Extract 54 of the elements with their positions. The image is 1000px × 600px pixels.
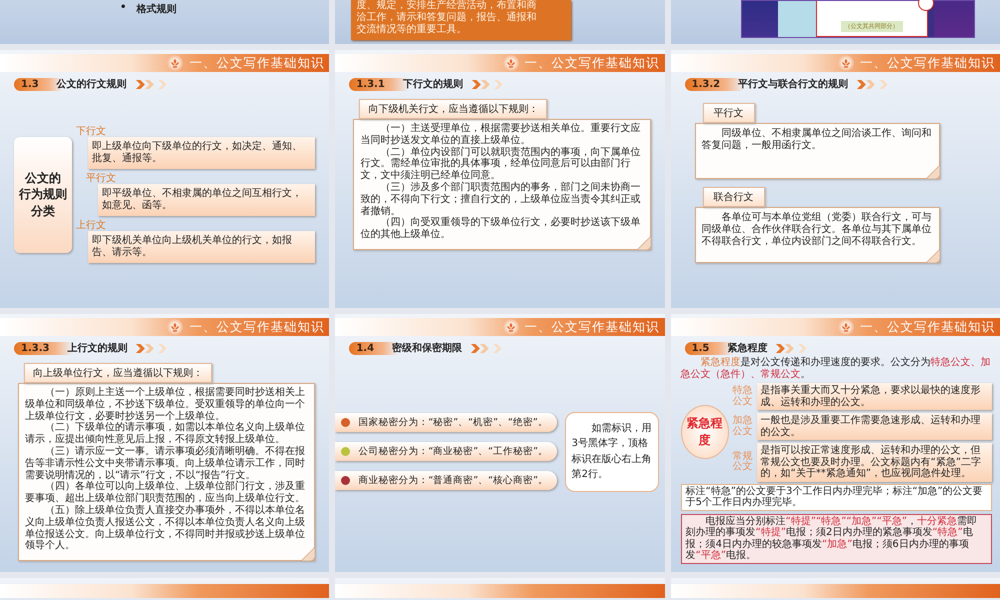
- marking-note: 如需标识，用3号黑体字，顶格标识在版心右上角第2行。: [564, 412, 659, 492]
- slide-title: 平行文与联合行文的规则: [738, 78, 848, 91]
- category-description: 即平级单位、不相隶属的单位之间互相行文，如意见、函等。: [98, 184, 316, 216]
- rule-paragraph: （二）单位内设部门可以就职责范围内的事项，向下属单位行文。需经单位审批的具体事项，经单位同意后可以由部门行文，文中须注明已经单位同意。: [360, 146, 642, 182]
- classification-text: 商业秘密分为：“普通商密”、“核心商密”。: [358, 474, 548, 487]
- slide-title: 下行文的规则: [402, 78, 463, 91]
- slide-title: 紧急程度: [727, 341, 768, 355]
- intro-tab: 向下级机关行文，应当遵循以下规则：: [359, 99, 548, 119]
- urgency-circle: 紧急程度: [680, 405, 729, 460]
- slide-title: 公文的行文规则: [56, 78, 127, 91]
- note-tab: 平行文: [702, 103, 755, 123]
- bullet: •: [120, 2, 126, 15]
- rule-paragraph: （四）向受双重领导的下级单位行文，必要时抄送该下级单位的其他上级单位。: [360, 217, 642, 241]
- section-title: 一、公文写作基础知识: [524, 54, 660, 72]
- note-text: 各单位可与本单位党组（党委）联合行文，可与同级单位、合作伙伴联合行文。各单位与其下属单位不得联合行文，单位内设部门之间不得联合行文。: [702, 212, 933, 248]
- classification-text: 国家秘密分为：“秘密”、“机密”、“绝密”。: [358, 416, 548, 429]
- rule-paragraph: （二）下级单位的请示事项，如需以本单位名义向上级单位请示，应提出倾向性意见后上报，不得原文转报上级单位。: [25, 422, 306, 446]
- telegram-note: 电报应当分别标注“特提”“特急”“加急”“平急”，十分紧急需即刻办理的事项发“特提”电报；须2日内办理的紧急事项发“特急”电报；须4日内办理的较急事项发“加急”电报；须6日内办理的事项发“平急”电报。: [680, 514, 992, 564]
- slide-title: 密级和保密期限: [392, 342, 462, 355]
- category-label: 平行文: [86, 173, 116, 184]
- rule-paragraph: （一）原则上主送一个上级单位，根据需要同时抄送相关上级单位和同级单位，不抄送下级单位。受双重领导的单位向一个上级单位行文，必要时抄送另一个上级单位。: [25, 387, 306, 422]
- slide-thumbnail[interactable]: 一、公文写作基础知识 1.3 公文的行文规则 公文的 行为规则 分类 下行文 即上级单位向下级单位的行文，如决定、通知、批复、通报等。 平行文 即平级单位、不相隶属的单位之间互相行文，如意见、函等。 上行文 即下级机关单位向上级机关单位的行文，如报告、请示等。: [0, 50, 330, 308]
- slide-thumbnail[interactable]: 一、公文写作基础知识 1.3.2 平行文与联合行文的规则 平行文 同级单位、不相隶属单位之间洽谈工作、询问和答复问题，一般用函行文。 联合行文 各单位可与本单位党组（党委）联合行文，可与同级单位、合作伙伴联合行文。各单位与其下属单位不得联合行文，单位内设部门之间不得联合行文。: [670, 50, 1000, 308]
- section-title: 一、公文写作基础知识: [189, 318, 324, 336]
- section-title: 一、公文写作基础知识: [860, 318, 995, 336]
- slide-thumbnail[interactable]: 一、公文写作基础知识 1.4 密级和保密期限 国家秘密分为：“秘密”、“机密”、“绝密”。 公司秘密分为：“商业秘密”、“工作秘密”。 商业秘密分为：“普通商密”、“核心商密”。 如需标识，用3号黑体字，顶格标识在版心右上角第2行。: [335, 314, 665, 572]
- rule-paragraph: （三）请示应一文一事。请示事项必须清晰明确。不得在报告等非请示性公文中夹带请示事项。向上级单位请示工作，同时需要说明情况的，以“请示”行文，不以“报告”行文。: [25, 446, 306, 481]
- rule-paragraph: （三）涉及多个部门职责范围内的事务，部门之间未协商一致的，不得向下行文；擅自行文的，上级单位应当责令其纠正或者撤销。: [360, 182, 642, 217]
- deadline-note: 标注“特急”的公文要于3个工作日内办理完毕；标注“加急”的公文要于5个工作日内办理完毕。: [680, 484, 992, 510]
- urgency-description: 一般也是涉及重要工作需要急速形成、运转和办理的公文。: [756, 413, 992, 440]
- section-title: 一、公文写作基础知识: [860, 54, 995, 72]
- rule-paragraph: （五）除上级单位负责人直接交办事项外，不得以本单位名义向上级单位负责人报送公文，不得以本单位负责人名义向上级单位报送公文。向上级单位行文，不得同时并报或抄送上级单位领导个人。: [25, 504, 306, 552]
- slide-title: 上行文的规则: [67, 342, 128, 355]
- slide-thumbnail[interactable]: • 格式规则: [0, 0, 330, 44]
- section-title: 一、公文写作基础知识: [189, 54, 324, 72]
- category-description: 即上级单位向下级单位的行文，如决定、通知、批复、通报等。: [88, 137, 316, 169]
- urgency-label: 加急公文: [732, 416, 754, 437]
- rule-paragraph: （一）主送受理单位，根据需要抄送相关单位。重要行文应当同时抄送发文单位的直接上级单位。: [360, 123, 642, 146]
- category-box: 公文的 行为规则 分类: [14, 136, 72, 252]
- category-description: 即下级机关单位向上级机关单位的行文，如报告、请示等。: [88, 231, 316, 263]
- category-label: 上行文: [76, 220, 106, 231]
- urgency-description: 是指事关重大而又十分紧急，要求以最快的速度形成、运转和办理的公文。: [756, 383, 992, 410]
- category-label: 下行文: [76, 126, 106, 137]
- urgency-label: 常规公文: [732, 452, 754, 473]
- note-tab: 联合行文: [702, 187, 765, 207]
- intro-tab: 向上级单位行文，应当遵循以下规则：: [24, 363, 212, 383]
- classification-text: 公司秘密分为：“商业秘密”、“工作秘密”。: [358, 445, 548, 458]
- urgency-intro: 紧急程度是对公文传递和办理速度的要求。公文分为特急公文、加急公文（急件）、常规公文。: [680, 357, 992, 381]
- rule-paragraph: （四）各单位可以向上级单位、上级单位部门行文，涉及重要事项、超出上级单位部门职责范围的，应当向上级单位行文。: [25, 481, 306, 504]
- urgency-description: 是指可以按正常速度形成、运转和办理的公文，但常规公文也要及时办理。公文标题内有“紧急”二字的，如“关于**紧急通知”，也应视同急件处理。: [756, 443, 992, 482]
- section-title: 一、公文写作基础知识: [524, 318, 660, 336]
- note-text: 同级单位、不相隶属单位之间洽谈工作、询问和答复问题，一般用函行文。: [702, 128, 933, 152]
- urgency-label: 特急公文: [732, 386, 754, 407]
- bullet-text: 格式规则: [136, 2, 176, 16]
